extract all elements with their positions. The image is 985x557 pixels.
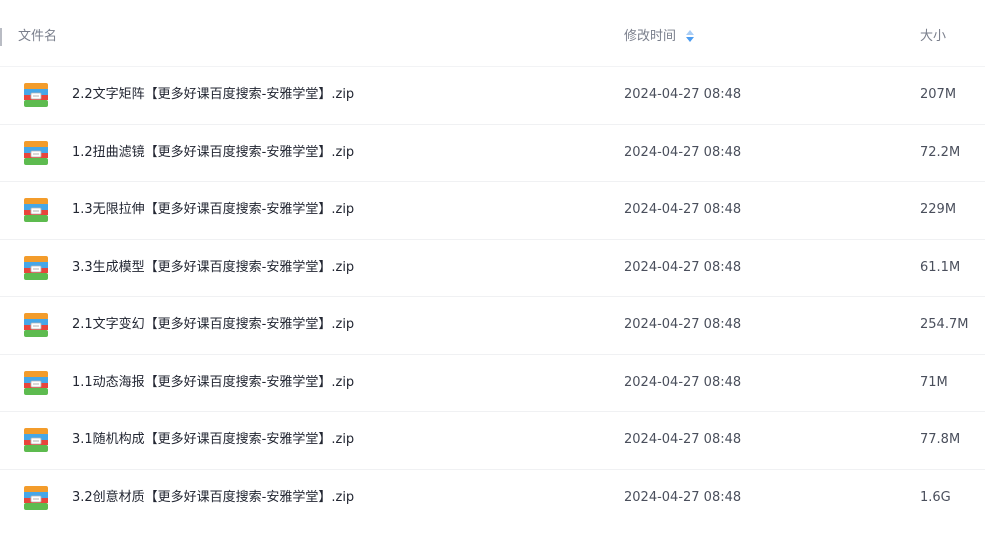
sort-updown-icon[interactable]	[686, 29, 695, 42]
file-size: 71M	[920, 374, 948, 390]
file-modified-time: 2024-04-27 08:48	[624, 202, 742, 217]
file-modified-time: 2024-04-27 08:48	[624, 374, 742, 390]
file-size: 229M	[920, 202, 957, 217]
file-size: 1.6G	[920, 489, 951, 505]
file-modified-time: 2024-04-27 08:48	[624, 489, 742, 505]
column-header-modified[interactable]: 修改时间	[624, 28, 695, 46]
table-row[interactable]: 3.3生成模型【更多好课百度搜索-安雅学堂】.zip 2024-04-27 08…	[0, 238, 985, 297]
file-size: 254.7M	[920, 317, 969, 332]
zip-archive-icon	[24, 255, 48, 280]
column-header-modified-label: 修改时间	[624, 29, 677, 44]
file-name[interactable]: 2.2文字矩阵【更多好课百度搜索-安雅学堂】.zip	[72, 86, 354, 104]
table-row[interactable]: 2.2文字矩阵【更多好课百度搜索-安雅学堂】.zip 2024-04-27 08…	[0, 66, 985, 124]
table-row[interactable]: 3.1随机构成【更多好课百度搜索-安雅学堂】.zip 2024-04-27 08…	[0, 411, 985, 469]
table-row[interactable]: 3.2创意材质【更多好课百度搜索-安雅学堂】.zip 2024-04-27 08…	[0, 468, 985, 527]
zip-archive-icon	[24, 485, 48, 510]
file-name[interactable]: 3.3生成模型【更多好课百度搜索-安雅学堂】.zip	[72, 259, 354, 277]
file-name[interactable]: 3.2创意材质【更多好课百度搜索-安雅学堂】.zip	[72, 489, 354, 507]
zip-archive-icon	[24, 83, 48, 107]
table-row[interactable]: 1.3无限拉伸【更多好课百度搜索-安雅学堂】.zip 2024-04-27 08…	[0, 181, 985, 239]
file-modified-time: 2024-04-27 08:48	[624, 317, 742, 332]
table-header: 文件名 修改时间 大小	[0, 0, 985, 66]
file-name[interactable]: 3.1随机构成【更多好课百度搜索-安雅学堂】.zip	[72, 431, 354, 449]
table-row[interactable]: 1.1动态海报【更多好课百度搜索-安雅学堂】.zip 2024-04-27 08…	[0, 353, 985, 412]
file-modified-time: 2024-04-27 08:48	[624, 87, 742, 102]
file-name[interactable]: 1.1动态海报【更多好课百度搜索-安雅学堂】.zip	[72, 374, 354, 392]
file-size: 207M	[920, 87, 957, 102]
table-row[interactable]: 2.1文字变幻【更多好课百度搜索-安雅学堂】.zip 2024-04-27 08…	[0, 296, 985, 354]
table-row[interactable]: 1.2扭曲滤镜【更多好课百度搜索-安雅学堂】.zip 2024-04-27 08…	[0, 123, 985, 182]
zip-archive-icon	[24, 140, 48, 165]
zip-archive-icon	[24, 428, 48, 452]
file-rows: 2.2文字矩阵【更多好课百度搜索-安雅学堂】.zip 2024-04-27 08…	[0, 66, 985, 526]
file-name[interactable]: 1.3无限拉伸【更多好课百度搜索-安雅学堂】.zip	[72, 201, 354, 219]
zip-archive-icon	[24, 198, 48, 222]
file-modified-time: 2024-04-27 08:48	[624, 432, 742, 447]
file-size: 72.2M	[920, 144, 961, 160]
file-size: 61.1M	[920, 259, 961, 275]
zip-archive-icon	[24, 370, 48, 395]
column-header-size[interactable]: 大小	[920, 28, 946, 46]
file-name[interactable]: 2.1文字变幻【更多好课百度搜索-安雅学堂】.zip	[72, 316, 354, 334]
file-modified-time: 2024-04-27 08:48	[624, 144, 742, 160]
file-list-table: 文件名 修改时间 大小 2.2文字矩阵【更多好课百度搜索-安雅学堂】.zip 2…	[0, 0, 985, 557]
file-size: 77.8M	[920, 432, 961, 447]
column-header-name[interactable]: 文件名	[18, 28, 57, 46]
file-name[interactable]: 1.2扭曲滤镜【更多好课百度搜索-安雅学堂】.zip	[72, 144, 354, 162]
file-modified-time: 2024-04-27 08:48	[624, 259, 742, 275]
zip-archive-icon	[24, 313, 48, 337]
